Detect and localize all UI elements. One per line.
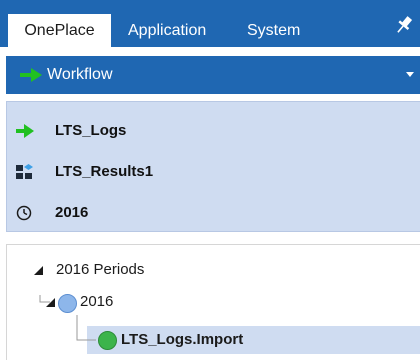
tree-node-2016[interactable]: 2016: [22, 288, 322, 316]
workflow-pane: OnePlace Application System Workflow LTS…: [0, 0, 420, 360]
tree-node-2016-label: 2016: [80, 293, 114, 310]
tree-node-import-label: LTS_Logs.Import: [121, 331, 244, 348]
tree-node-root-label: 2016 Periods: [56, 261, 145, 278]
expanded-triangle-icon[interactable]: [46, 298, 55, 307]
period-node-icon: [58, 294, 77, 313]
status-complete-icon: [98, 331, 117, 350]
tree-node-import[interactable]: LTS_Logs.Import: [87, 326, 407, 354]
tree-node-root[interactable]: 2016 Periods: [22, 256, 322, 284]
expanded-triangle-icon[interactable]: [34, 266, 43, 275]
